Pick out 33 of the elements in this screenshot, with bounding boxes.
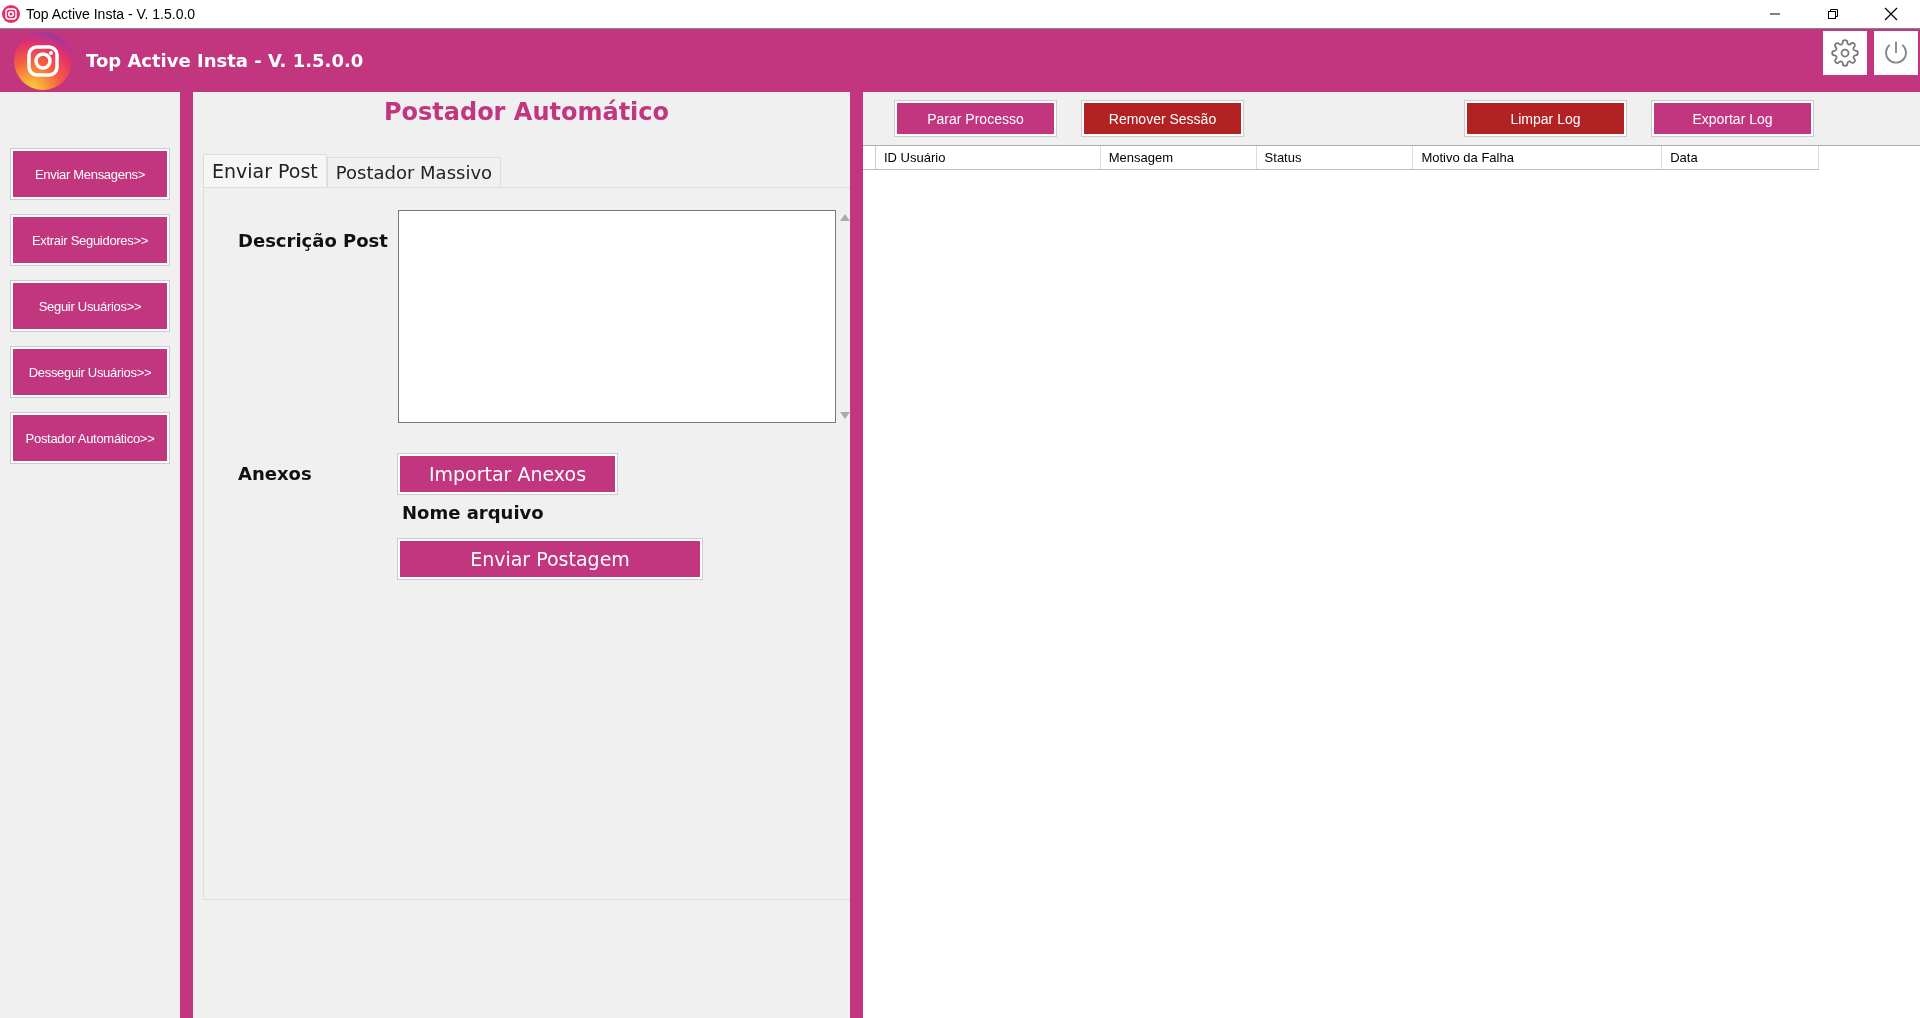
description-field[interactable] bbox=[398, 210, 836, 423]
sidebar-button[interactable]: Enviar Mensagens> bbox=[11, 149, 169, 199]
sidebar-button[interactable]: Postador Automático>> bbox=[11, 413, 169, 463]
toolbar-button[interactable]: Limpar Log bbox=[1465, 101, 1626, 136]
settings-button[interactable] bbox=[1823, 31, 1867, 75]
camera-logo-icon bbox=[14, 31, 72, 90]
column-header[interactable]: Motivo da Falha bbox=[1413, 146, 1663, 169]
toolbar-button[interactable]: Parar Processo bbox=[895, 101, 1056, 136]
field-label: Anexos bbox=[238, 463, 312, 486]
restore-icon bbox=[1827, 8, 1839, 20]
sidebar-button[interactable]: Extrair Seguidores>> bbox=[11, 215, 169, 265]
scroll-down-icon[interactable] bbox=[840, 412, 850, 419]
toolbar-button[interactable]: Remover Sessão bbox=[1082, 101, 1243, 136]
field-label: Descrição Post bbox=[238, 230, 388, 253]
column-header[interactable]: Mensagem bbox=[1100, 146, 1257, 169]
sidebar-button[interactable]: Seguir Usuários>> bbox=[11, 281, 169, 331]
tab[interactable]: Enviar Post bbox=[203, 154, 327, 187]
toolbar-button[interactable]: Exportar Log bbox=[1652, 101, 1813, 136]
send-button[interactable]: Enviar Postagem bbox=[398, 539, 702, 579]
tab[interactable]: Postador Massivo bbox=[326, 157, 502, 187]
settings-icon bbox=[1831, 39, 1859, 67]
column-header[interactable]: ID Usuário bbox=[876, 146, 1101, 169]
close-icon bbox=[1884, 7, 1898, 21]
scroll-up-icon[interactable] bbox=[840, 214, 850, 221]
window-title: Top Active Insta - V. 1.5.0.0 bbox=[26, 6, 196, 22]
sidebar-button[interactable]: Desseguir Usuários>> bbox=[11, 347, 169, 397]
section-title: Postador Automático bbox=[382, 98, 671, 128]
power-button[interactable] bbox=[1874, 31, 1918, 75]
app-title: Top Active Insta - V. 1.5.0.0 bbox=[86, 50, 364, 71]
import-button[interactable]: Importar Anexos bbox=[398, 454, 617, 494]
file-name-label: Nome arquivo bbox=[402, 502, 544, 523]
column-header[interactable]: Status bbox=[1256, 146, 1414, 169]
column-header[interactable]: Data bbox=[1662, 146, 1819, 169]
